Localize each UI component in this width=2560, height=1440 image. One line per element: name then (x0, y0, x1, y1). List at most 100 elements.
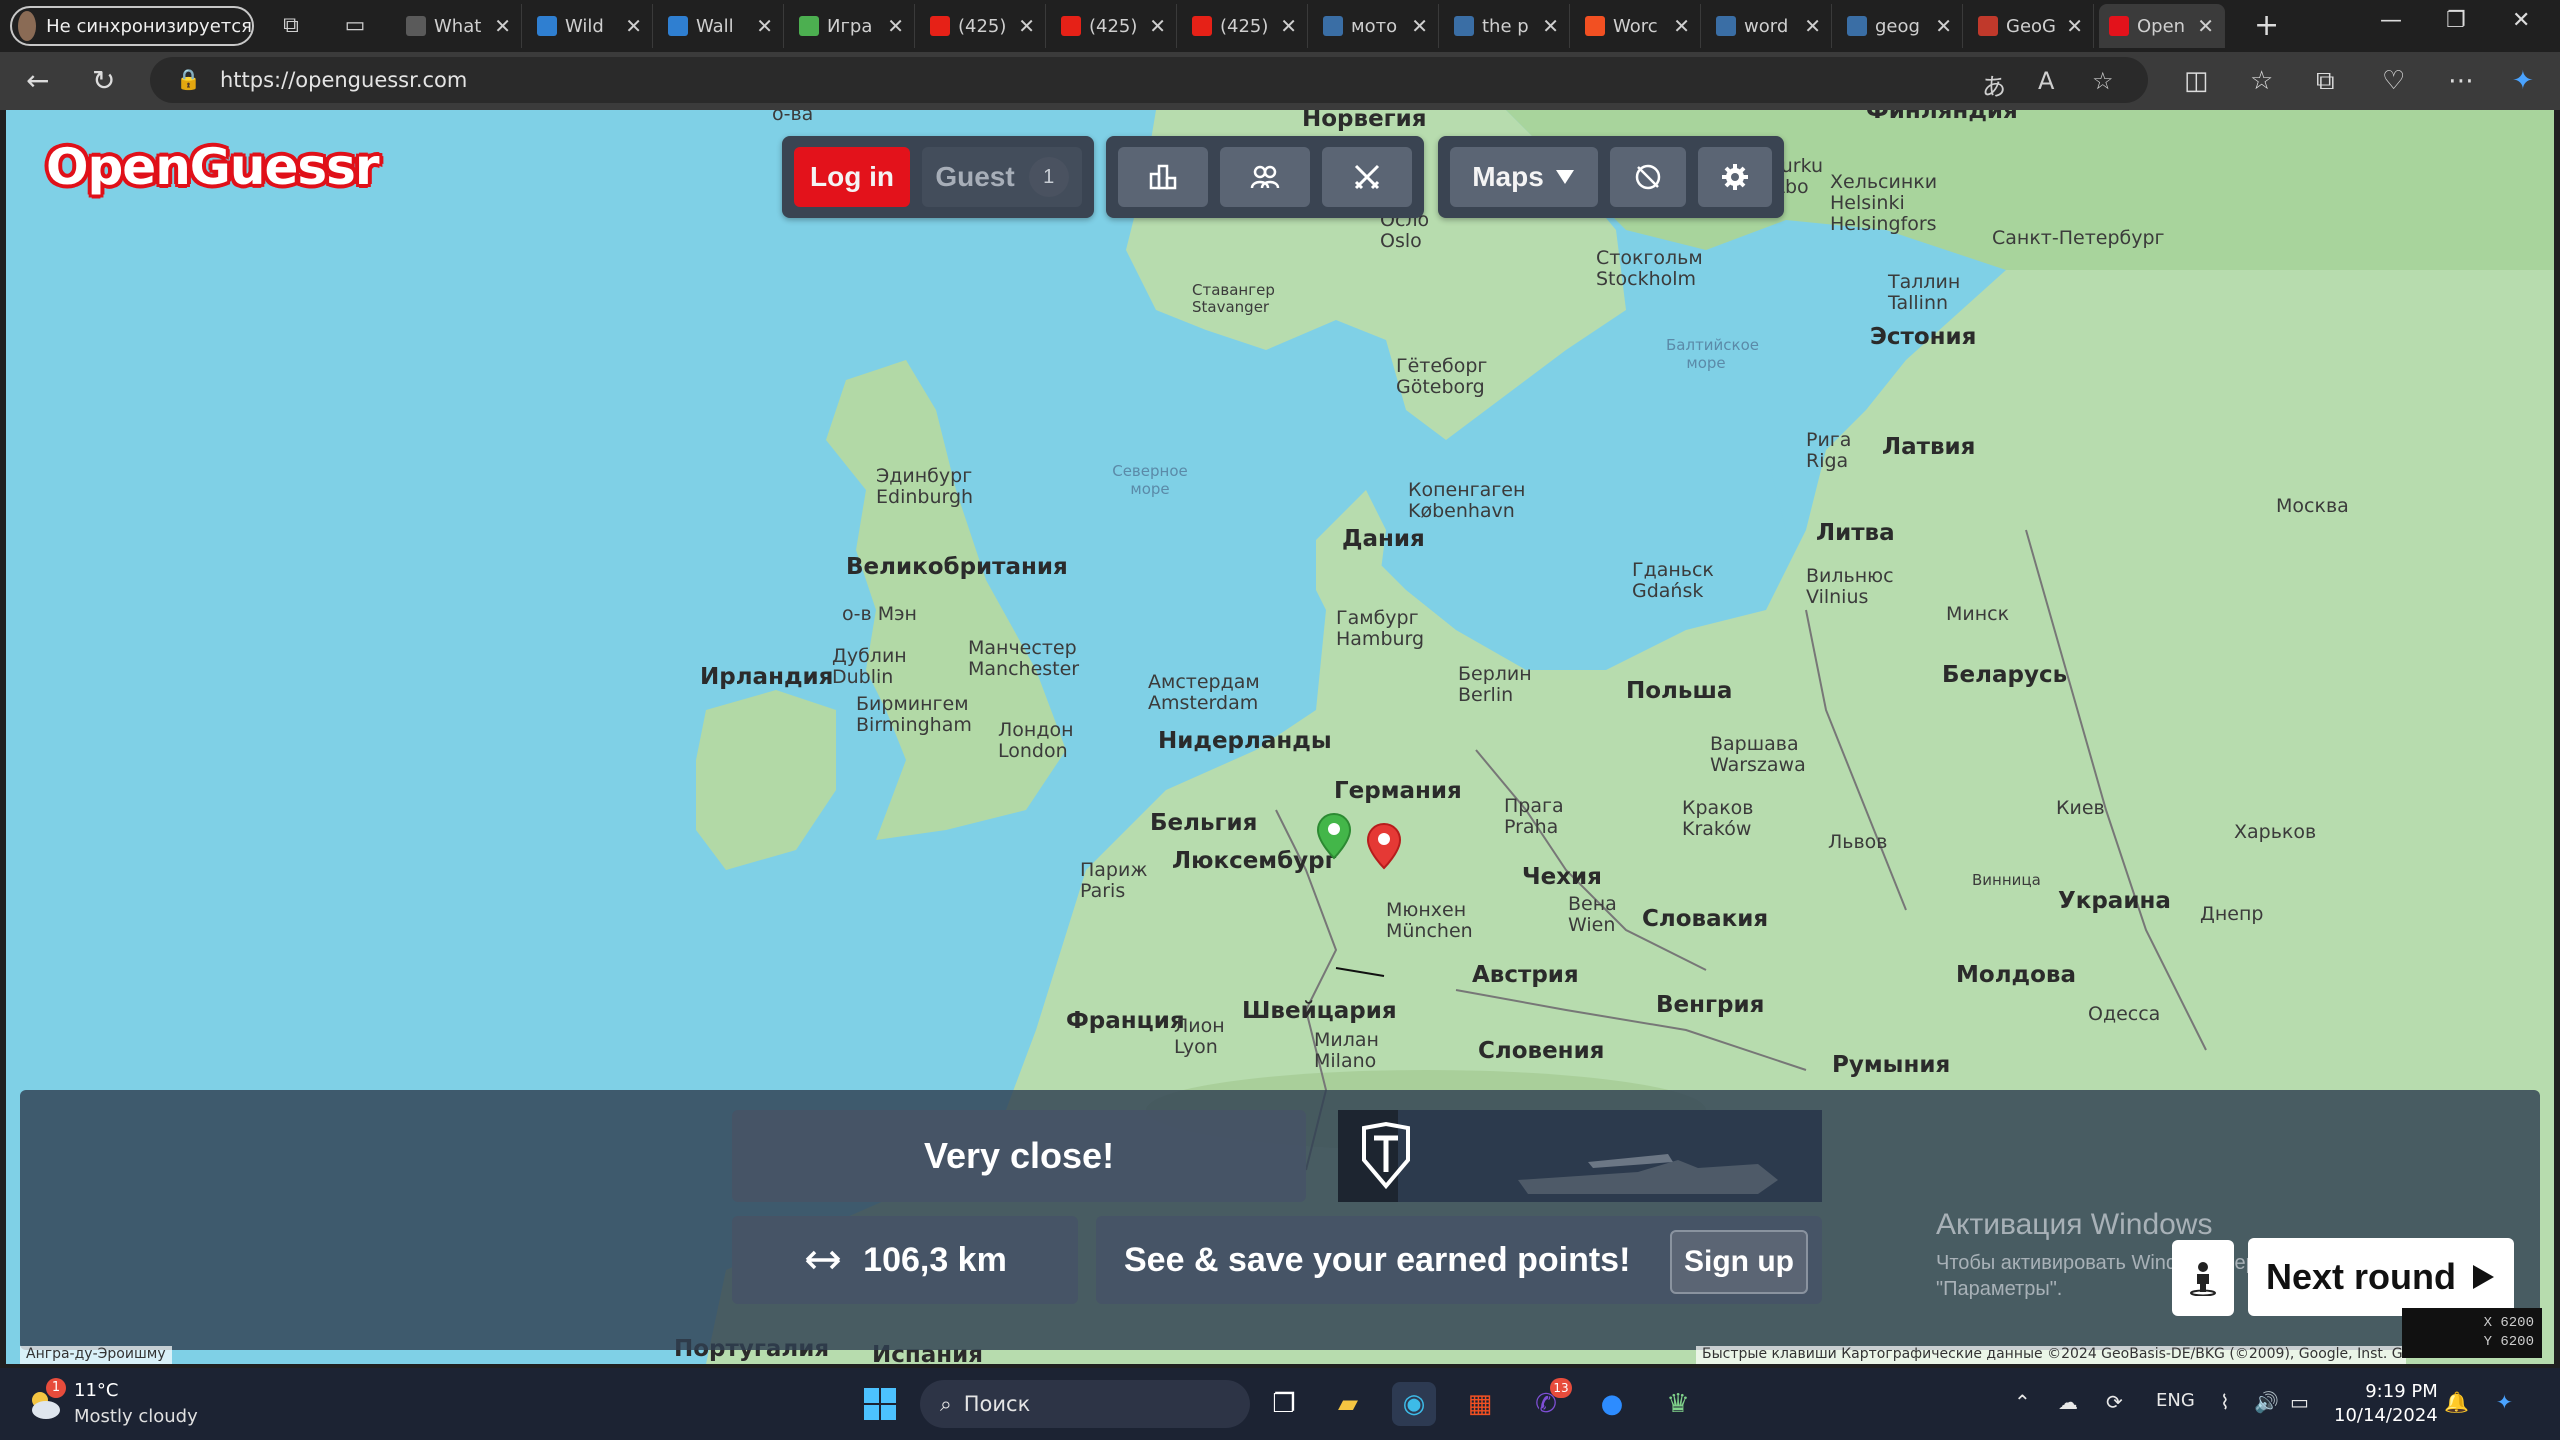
browser-tab[interactable]: (425) ✕ (920, 4, 1046, 48)
tab-close-icon[interactable]: ✕ (2197, 14, 2214, 38)
tab-close-icon[interactable]: ✕ (1542, 14, 1559, 38)
language-indicator[interactable]: ENG (2156, 1390, 2195, 1411)
clock[interactable]: 9:19 PM 10/14/2024 (2334, 1380, 2438, 1428)
tab-favicon-icon (930, 16, 950, 36)
weather-widget[interactable]: 1 11°C Mostly cloudy (22, 1378, 222, 1432)
translate-icon[interactable]: あ (1982, 67, 2006, 102)
tab-close-icon[interactable]: ✕ (1280, 14, 1297, 38)
map-city-label: Таллин Tallinn (1888, 271, 1961, 314)
tab-close-icon[interactable]: ✕ (1935, 14, 1952, 38)
back-icon[interactable]: ← (26, 64, 49, 97)
favorites-icon[interactable]: ☆ (2250, 66, 2273, 96)
browser-tab[interactable]: мото ✕ (1313, 4, 1439, 48)
tab-close-icon[interactable]: ✕ (2066, 14, 2083, 38)
chess-icon[interactable]: ♛ (1656, 1382, 1700, 1426)
tab-close-icon[interactable]: ✕ (1411, 14, 1428, 38)
street-view-button[interactable] (2172, 1240, 2234, 1316)
viber-icon[interactable]: ✆ 13 (1524, 1378, 1572, 1426)
battle-button[interactable] (1322, 147, 1412, 207)
tab-close-icon[interactable]: ✕ (1673, 14, 1690, 38)
tab-label: GeoG (2006, 15, 2056, 37)
tab-close-icon[interactable]: ✕ (1149, 14, 1166, 38)
tab-close-icon[interactable]: ✕ (887, 14, 904, 38)
sync-icon[interactable]: ⟳ (2106, 1390, 2123, 1414)
map-attribution[interactable]: Быстрые клавиши Картографические данные … (1696, 1346, 2406, 1364)
start-button[interactable] (858, 1382, 902, 1426)
leaderboard-button[interactable] (1118, 147, 1208, 207)
zoom-icon[interactable]: ● (1590, 1382, 1634, 1426)
wifi-icon[interactable]: ⌇ (2220, 1390, 2230, 1414)
maps-label: Maps (1472, 161, 1544, 192)
tab-close-icon[interactable]: ✕ (1804, 14, 1821, 38)
browser-essentials-icon[interactable]: ♡ (2382, 66, 2405, 96)
url-text[interactable]: https://openguessr.com (220, 68, 467, 92)
onedrive-icon[interactable]: ☁ (2058, 1390, 2078, 1414)
notifications-icon[interactable]: 🔔 (2444, 1390, 2469, 1414)
settings-button[interactable] (1698, 147, 1772, 207)
next-round-button[interactable]: Next round (2248, 1238, 2514, 1316)
restore-button[interactable]: ❐ (2446, 8, 2466, 33)
refresh-icon[interactable]: ↻ (92, 64, 115, 97)
tab-close-icon[interactable]: ✕ (1018, 14, 1035, 38)
store-icon[interactable]: ▦ (1458, 1382, 1502, 1426)
guess-marker[interactable] (1366, 822, 1402, 870)
tab-close-icon[interactable]: ✕ (756, 14, 773, 38)
new-tab-button[interactable]: + (2254, 8, 2279, 43)
signup-button[interactable]: Sign up (1670, 1230, 1808, 1294)
copilot-taskbar-icon[interactable]: ✦ (2496, 1390, 2513, 1414)
map-country-label: Франция (1066, 1008, 1185, 1034)
read-aloud-icon[interactable]: A (2038, 67, 2054, 95)
login-button[interactable]: Log in (794, 147, 910, 207)
tab-label: What (434, 15, 482, 37)
browser-tab[interactable]: Worc ✕ (1575, 4, 1701, 48)
battery-icon[interactable]: ▭ (2290, 1390, 2309, 1414)
weather-temp: 11°C (74, 1380, 119, 1401)
close-window-button[interactable]: ✕ (2512, 8, 2530, 33)
browser-tab[interactable]: (425) ✕ (1182, 4, 1308, 48)
map-country-label: Польша (1626, 678, 1733, 704)
address-bar[interactable]: 🔒 https://openguessr.com あ A ☆ (150, 57, 2148, 103)
guest-button[interactable]: Guest 1 (922, 147, 1082, 207)
map-city-label: Бирмингем Birmingham (856, 693, 972, 736)
advertisement-banner[interactable] (1338, 1110, 1822, 1202)
minimize-button[interactable]: — (2380, 8, 2402, 33)
map-country-label: Венгрия (1656, 992, 1765, 1018)
browser-tab[interactable]: What ✕ (396, 4, 522, 48)
multiplayer-button[interactable] (1220, 147, 1310, 207)
browser-tab[interactable]: Игра ✕ (789, 4, 915, 48)
tab-close-icon[interactable]: ✕ (494, 14, 511, 38)
volume-icon[interactable]: 🔊 (2254, 1390, 2279, 1414)
browser-tab[interactable]: GeoG ✕ (1968, 4, 2094, 48)
task-view-icon[interactable]: ❐ (1262, 1382, 1306, 1426)
workspaces-icon[interactable]: ⧉ (276, 12, 306, 40)
map-country-label: Латвия (1882, 434, 1976, 460)
browser-tab[interactable]: (425) ✕ (1051, 4, 1177, 48)
favorite-star-icon[interactable]: ☆ (2092, 67, 2114, 95)
copilot-icon[interactable]: ✦ (2512, 66, 2534, 96)
browser-tab[interactable]: Wall ✕ (658, 4, 784, 48)
next-round-label: Next round (2265, 1256, 2456, 1297)
browser-tab[interactable]: geog ✕ (1837, 4, 1963, 48)
split-screen-icon[interactable]: ◫ (2184, 66, 2209, 96)
collections-icon[interactable]: ⧉ (2316, 66, 2335, 97)
coords-y: Y 6200 (2483, 1334, 2534, 1350)
compass-toggle-button[interactable] (1610, 147, 1686, 207)
openguessr-logo[interactable]: OpenGuessr (46, 138, 380, 196)
browser-tab[interactable]: Open ✕ (2099, 4, 2225, 48)
more-menu-icon[interactable]: ⋯ (2448, 66, 2474, 96)
tab-actions-icon[interactable]: ▭ (340, 12, 370, 40)
profile-button[interactable]: Не синхронизируется (10, 6, 254, 46)
file-explorer-icon[interactable]: ▰ (1326, 1382, 1370, 1426)
taskbar-search[interactable]: ⌕ Поиск (920, 1380, 1250, 1428)
tray-overflow-icon[interactable]: ⌃ (2014, 1390, 2031, 1414)
maps-dropdown-icon (1555, 170, 1574, 184)
maps-dropdown[interactable]: Maps (1450, 147, 1598, 207)
browser-tab[interactable]: word ✕ (1706, 4, 1832, 48)
edge-icon[interactable]: ◉ (1392, 1382, 1436, 1426)
distance-display: 106,3 km (732, 1216, 1078, 1304)
actual-location-marker[interactable] (1316, 812, 1352, 860)
tab-favicon-icon (406, 16, 426, 36)
tab-close-icon[interactable]: ✕ (625, 14, 642, 38)
browser-tab[interactable]: Wild ✕ (527, 4, 653, 48)
browser-tab[interactable]: the p ✕ (1444, 4, 1570, 48)
